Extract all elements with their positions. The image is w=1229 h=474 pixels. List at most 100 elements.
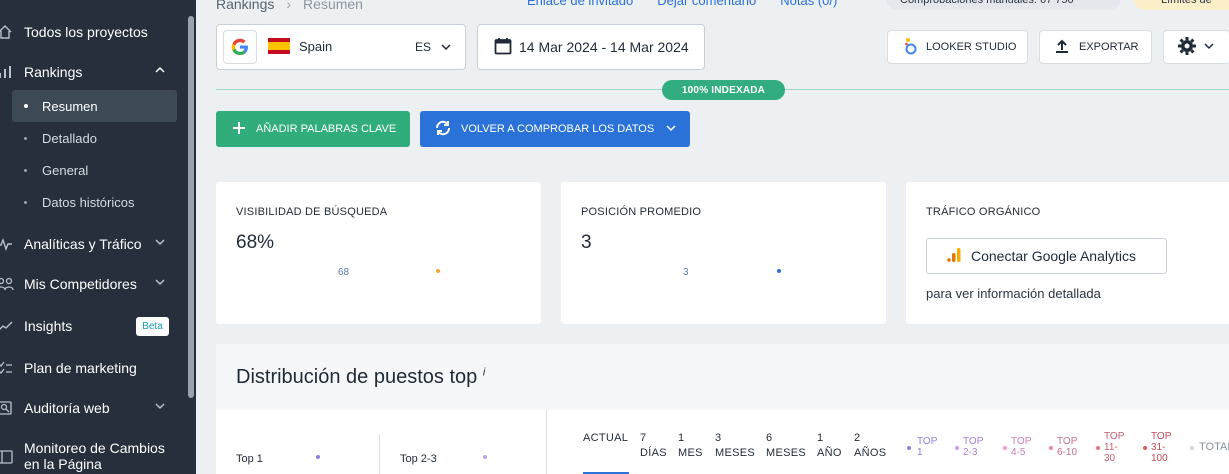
sidebar-item-marketing-plan[interactable]: Plan de marketing	[0, 354, 185, 382]
chevron-down-icon	[155, 401, 165, 414]
legend-top1[interactable]: TOP 1	[917, 436, 937, 458]
tab-1-mes[interactable]: 1 MES	[678, 431, 703, 461]
legend-label: 4-5	[1011, 447, 1026, 458]
leave-comment-link[interactable]: Dejar comentario	[657, 0, 756, 8]
date-range-picker[interactable]: 14 Mar 2024 - 14 Mar 2024	[477, 24, 705, 70]
sidebar-subitem-label: General	[42, 162, 89, 178]
sidebar-subitem-general[interactable]: General	[12, 156, 177, 184]
users-icon	[0, 275, 14, 293]
tab-1-ano[interactable]: 1 AÑO	[817, 431, 842, 461]
export-label: EXPORTAR	[1079, 41, 1139, 53]
limits-badge[interactable]: Límites de	[1133, 0, 1229, 10]
info-icon[interactable]: i	[483, 366, 485, 378]
top-distribution-panel: Distribución de puestos top i Top 1 Top …	[216, 344, 1229, 474]
connect-google-analytics-label: Conectar Google Analytics	[971, 248, 1136, 264]
tab-3-meses[interactable]: 3 MESES	[715, 431, 755, 461]
sidebar-item-label: Auditoría web	[24, 400, 110, 416]
avg-position-title: POSICIÓN PROMEDIO	[581, 206, 702, 218]
guest-link[interactable]: Enlace de invitado	[527, 0, 633, 8]
sidebar-item-competitors[interactable]: Mis Competidores	[0, 270, 185, 298]
tab-label: MES	[678, 447, 703, 459]
legend-label: 30	[1104, 453, 1116, 464]
export-button[interactable]: EXPORTAR	[1039, 30, 1152, 64]
legend-label: TOP	[1104, 431, 1125, 442]
beta-badge: Beta	[136, 317, 169, 336]
legend-top4-5[interactable]: TOP 4-5	[1011, 436, 1031, 458]
add-keywords-button[interactable]: AÑADIR PALABRAS CLAVE	[216, 111, 410, 147]
audit-icon	[0, 399, 14, 417]
sidebar: Todos los proyectos Rankings Resumen Det…	[0, 0, 196, 474]
legend-top31-100[interactable]: TOP 31- 100	[1151, 431, 1171, 464]
tab-7-dias[interactable]: 7 DÍAS	[640, 431, 667, 461]
sidebar-subitem-detallado[interactable]: Detallado	[12, 124, 177, 152]
summary-divider	[379, 434, 380, 474]
notes-link[interactable]: Notas (0/)	[780, 0, 837, 8]
bar-chart-icon	[0, 63, 14, 81]
trend-icon	[0, 317, 14, 335]
top2-3-dot	[483, 455, 487, 459]
chevron-down-icon	[155, 277, 165, 290]
legend-total[interactable]: TOTAL	[1199, 442, 1229, 453]
connect-google-analytics-button[interactable]: Conectar Google Analytics	[926, 238, 1167, 274]
tab-2-anos[interactable]: 2 AÑOS	[854, 431, 886, 461]
bullet-icon	[24, 169, 27, 172]
search-engine-selector[interactable]: Spain ES	[216, 24, 466, 70]
legend-label: TOP	[1057, 436, 1078, 447]
tab-label: 3	[715, 432, 722, 444]
calendar-icon	[494, 37, 512, 60]
sidebar-item-page-monitoring[interactable]: Monitoreo de Cambios en la Página	[0, 440, 185, 474]
legend-label: TOP	[1151, 431, 1172, 442]
tab-label: AÑOS	[854, 447, 887, 459]
legend-top2-3[interactable]: TOP 2-3	[963, 436, 983, 458]
tab-label: MESES	[766, 447, 807, 459]
legend-top1-dot	[907, 446, 911, 450]
tab-label: DÍAS	[640, 447, 667, 459]
looker-studio-button[interactable]: LOOKER STUDIO	[887, 30, 1028, 64]
visibility-title: VISIBILIDAD DE BÚSQUEDA	[236, 206, 388, 218]
legend-top11-30[interactable]: TOP 11- 30	[1104, 431, 1124, 464]
manual-checks-badge[interactable]: Comprobaciones manuales: 67 750	[886, 0, 1121, 10]
legend-top2-3-dot	[955, 446, 959, 450]
settings-button[interactable]	[1163, 30, 1229, 64]
sidebar-item-label: Rankings	[24, 64, 83, 80]
organic-traffic-hint: para ver información detallada	[926, 286, 1101, 301]
sidebar-item-rankings[interactable]: Rankings	[0, 58, 185, 86]
checklist-icon	[0, 359, 14, 377]
sidebar-subitem-resumen[interactable]: Resumen	[12, 90, 177, 122]
sidebar-item-analytics[interactable]: Analíticas y Tráfico	[0, 230, 185, 258]
avg-position-spark-point	[777, 269, 781, 273]
visibility-spark-label: 68	[338, 267, 350, 278]
tab-label: ACTUAL	[583, 432, 629, 444]
sidebar-item-site-audit[interactable]: Auditoría web	[0, 394, 185, 422]
avg-position-value: 3	[581, 232, 592, 253]
plus-icon	[232, 121, 246, 138]
google-icon	[223, 30, 257, 64]
monitor-icon	[0, 448, 14, 466]
tab-6-meses[interactable]: 6 MESES	[766, 431, 806, 461]
organic-traffic-title: TRÁFICO ORGÁNICO	[926, 206, 1041, 218]
organic-traffic-card: TRÁFICO ORGÁNICO Conectar Google Analyti…	[906, 182, 1229, 324]
legend-top11-30-dot	[1096, 446, 1100, 450]
visibility-spark-point	[436, 269, 440, 273]
breadcrumb-current: Resumen	[303, 0, 363, 12]
sidebar-subitem-historicos[interactable]: Datos históricos	[12, 188, 177, 216]
chevron-up-icon	[155, 65, 165, 78]
recheck-data-button[interactable]: VOLVER A COMPROBAR LOS DATOS	[420, 111, 690, 147]
looker-studio-label: LOOKER STUDIO	[926, 41, 1017, 53]
gear-icon	[1176, 35, 1198, 60]
top1-label: Top 1	[236, 453, 263, 465]
looker-studio-icon	[904, 37, 918, 58]
sidebar-item-label: Insights	[24, 318, 73, 334]
tab-label: AÑO	[817, 447, 842, 459]
breadcrumb-parent[interactable]: Rankings	[216, 0, 274, 12]
legend-label: TOP	[1011, 436, 1032, 447]
legend-label: TOP	[917, 436, 938, 447]
legend-top6-10[interactable]: TOP 6-10	[1057, 436, 1077, 458]
sidebar-scrollbar[interactable]	[188, 16, 194, 398]
legend-label: 1	[917, 447, 923, 458]
sidebar-item-all-projects[interactable]: Todos los proyectos	[0, 18, 185, 46]
legend-top6-10-dot	[1049, 446, 1053, 450]
tab-actual[interactable]: ACTUAL	[583, 431, 628, 446]
legend-top31-100-dot	[1143, 446, 1147, 450]
index-status-badge: 100% INDEXADA	[662, 80, 785, 100]
